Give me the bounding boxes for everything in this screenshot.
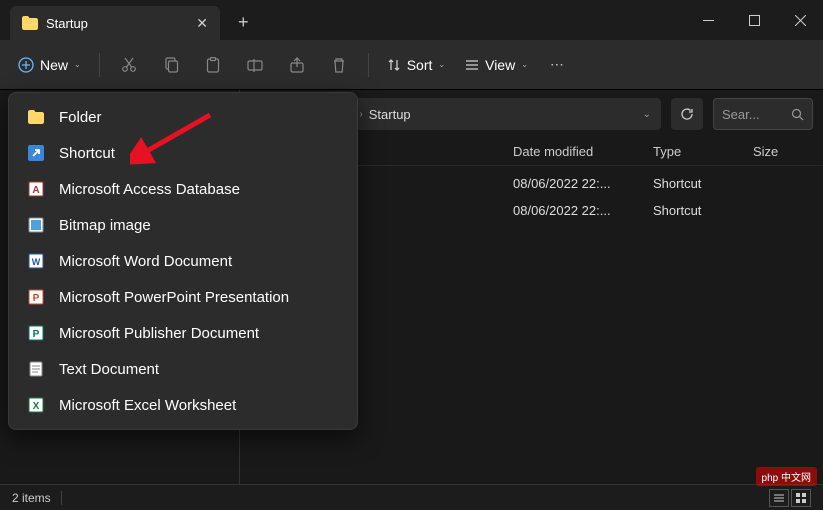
view-mode-toggle [769,489,811,507]
folder-icon [27,108,45,126]
toolbar: New ⌄ Sort ⌄ View ⌄ [0,40,823,90]
separator [368,53,369,77]
column-type[interactable]: Type [653,144,753,159]
plus-circle-icon [18,57,34,73]
column-size[interactable]: Size [753,144,813,159]
new-context-menu: Folder Shortcut A Microsoft Access Datab… [8,92,358,430]
menu-item-shortcut[interactable]: Shortcut [15,135,351,171]
svg-text:X: X [33,401,40,412]
paste-button[interactable] [194,47,232,83]
tab-startup[interactable]: Startup ✕ [10,6,220,40]
word-icon: W [27,252,45,270]
separator [99,53,100,77]
menu-item-label: Microsoft Excel Worksheet [59,397,236,414]
cut-button[interactable] [110,47,148,83]
window-controls [685,0,823,40]
menu-item-powerpoint[interactable]: P Microsoft PowerPoint Presentation [15,279,351,315]
svg-text:P: P [33,329,40,340]
publisher-icon: P [27,324,45,342]
powerpoint-icon: P [27,288,45,306]
copy-button[interactable] [152,47,190,83]
view-button[interactable]: View ⌄ [457,51,536,79]
new-button-label: New [40,57,68,73]
sort-icon [387,58,401,72]
menu-item-folder[interactable]: Folder [15,99,351,135]
titlebar: Startup ✕ + [0,0,823,40]
excel-icon: X [27,396,45,414]
share-button[interactable] [278,47,316,83]
menu-item-label: Folder [59,109,102,126]
rename-button[interactable] [236,47,274,83]
thumbnails-view-button[interactable] [791,489,811,507]
menu-item-label: Microsoft Publisher Document [59,325,259,342]
search-placeholder: Sear... [722,107,787,122]
menu-item-label: Text Document [59,361,159,378]
sort-button[interactable]: Sort ⌄ [379,51,453,79]
chevron-down-icon: ⌄ [74,60,81,69]
svg-text:P: P [33,293,40,304]
refresh-button[interactable] [671,98,703,130]
separator [61,491,62,505]
svg-text:W: W [32,257,41,267]
chevron-down-icon: ⌄ [438,60,445,69]
tab-title: Startup [46,16,188,31]
cell-date: 08/06/2022 22:... [513,176,653,191]
column-date[interactable]: Date modified [513,144,653,159]
menu-item-label: Shortcut [59,145,115,162]
search-icon [791,108,804,121]
cell-type: Shortcut [653,203,753,218]
new-button[interactable]: New ⌄ [10,51,89,79]
details-view-button[interactable] [769,489,789,507]
breadcrumb-item[interactable]: Startup [369,107,411,122]
minimize-button[interactable] [685,0,731,40]
view-label: View [485,57,515,73]
menu-item-label: Microsoft Access Database [59,181,240,198]
svg-text:A: A [32,185,39,196]
item-count: 2 items [12,491,51,505]
status-bar: 2 items [0,484,823,510]
chevron-right-icon: › [359,109,362,120]
cell-type: Shortcut [653,176,753,191]
delete-button[interactable] [320,47,358,83]
menu-item-excel[interactable]: X Microsoft Excel Worksheet [15,387,351,423]
menu-item-bitmap[interactable]: Bitmap image [15,207,351,243]
watermark: php 中文网 [756,467,817,486]
menu-item-word[interactable]: W Microsoft Word Document [15,243,351,279]
sort-label: Sort [407,57,433,73]
cell-date: 08/06/2022 22:... [513,203,653,218]
close-tab-icon[interactable]: ✕ [196,15,208,32]
menu-item-label: Bitmap image [59,217,151,234]
menu-item-label: Microsoft Word Document [59,253,232,270]
menu-item-text[interactable]: Text Document [15,351,351,387]
menu-item-access[interactable]: A Microsoft Access Database [15,171,351,207]
new-tab-button[interactable]: + [238,12,249,33]
maximize-button[interactable] [731,0,777,40]
access-icon: A [27,180,45,198]
chevron-down-icon: ⌄ [521,60,528,69]
folder-icon [22,15,38,31]
menu-item-label: Microsoft PowerPoint Presentation [59,289,289,306]
search-input[interactable]: Sear... [713,98,813,130]
chevron-down-icon[interactable]: ⌄ [643,109,651,120]
text-icon [27,360,45,378]
menu-item-publisher[interactable]: P Microsoft Publisher Document [15,315,351,351]
shortcut-icon [27,144,45,162]
view-icon [465,58,479,72]
more-button[interactable]: ⋯ [540,50,574,79]
close-button[interactable] [777,0,823,40]
bitmap-icon [27,216,45,234]
